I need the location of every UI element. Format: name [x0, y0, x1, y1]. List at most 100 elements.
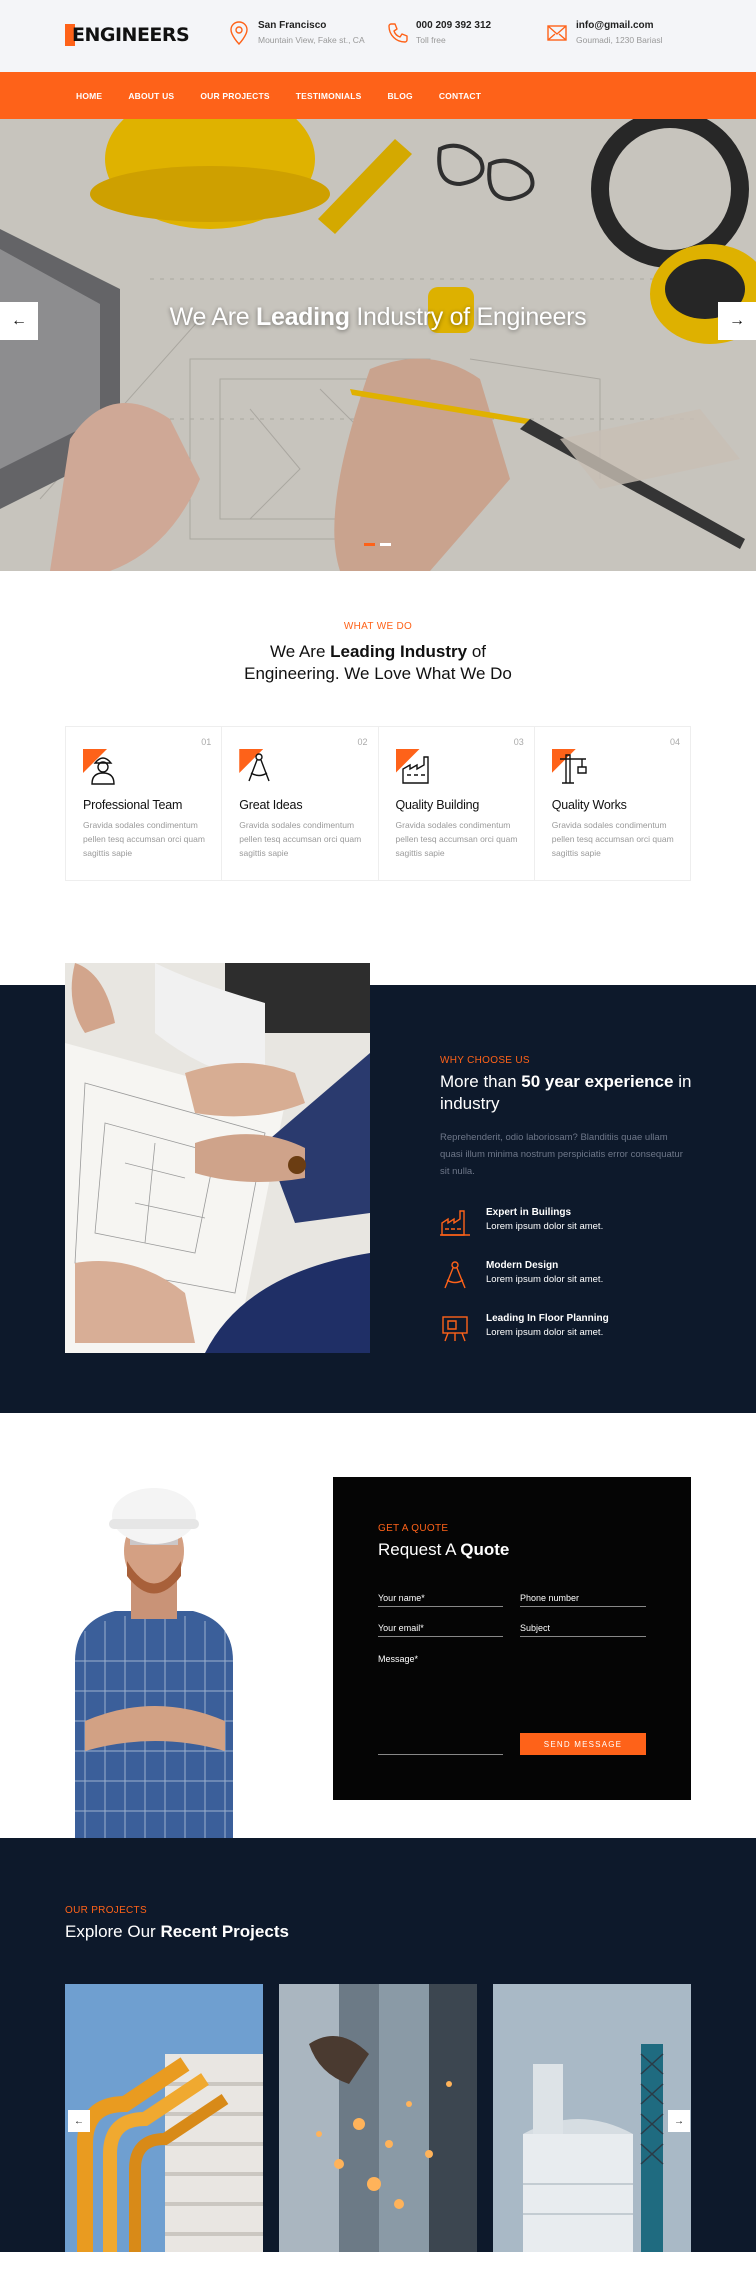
feature-title: Leading In Floor Planning	[486, 1313, 609, 1324]
why-feature: Expert in Builings Lorem ipsum dolor sit …	[440, 1207, 603, 1237]
phone-info: 000 209 392 312 Toll free	[386, 20, 491, 46]
quote-section: GET A QUOTE Request A Quote Your name* P…	[0, 1413, 756, 1838]
message-underline	[378, 1754, 503, 1755]
hero-next-button[interactable]: →	[718, 302, 756, 340]
what-heading-bold: Leading Industry	[330, 642, 468, 661]
location-sub: Mountain View, Fake st., CA	[258, 35, 365, 45]
service-cards: 01 Professional Team Gravida sodales con…	[65, 726, 691, 881]
crane-icon	[551, 749, 588, 785]
card-desc: Gravida sodales condimentum pellen tesq …	[551, 820, 674, 858]
factory-icon	[395, 749, 432, 785]
quote-kicker: GET A QUOTE	[378, 1523, 449, 1534]
map-pin-icon	[230, 21, 248, 46]
compass-icon	[444, 1261, 466, 1289]
what-heading-line2: Engineering. We Love What We Do	[244, 664, 512, 683]
what-we-do-section: WHAT WE DO We Are Leading Industry of En…	[0, 571, 756, 963]
engineer-photo	[65, 1461, 243, 1838]
why-paragraph: Reprehenderit, odio laboriosam? Blanditi…	[440, 1132, 683, 1177]
service-card[interactable]: 03 Quality Building Gravida sodales cond…	[379, 727, 535, 880]
card-title: Great Ideas	[239, 798, 303, 812]
service-card[interactable]: 01 Professional Team Gravida sodales con…	[66, 727, 223, 880]
factory-icon	[440, 1210, 470, 1236]
send-message-button[interactable]: SEND MESSAGE	[520, 1733, 646, 1755]
nav-contact[interactable]: CONTACT	[439, 91, 481, 101]
mail-icon	[547, 25, 567, 41]
project-card[interactable]	[493, 1984, 691, 2252]
phone-field[interactable]: Phone number	[520, 1593, 646, 1607]
why-choose-section: WHY CHOOSE US More than 50 year experien…	[0, 963, 756, 1413]
card-number: 01	[201, 737, 212, 747]
name-field[interactable]: Your name*	[378, 1593, 503, 1607]
nav-home[interactable]: HOME	[76, 91, 102, 101]
quote-heading-pre: Request A	[378, 1540, 456, 1559]
email-sub: Goumadi, 1230 Bariasl	[576, 35, 663, 45]
arrow-left-icon: ←	[74, 2115, 84, 2127]
message-field[interactable]: Message*	[378, 1654, 503, 1668]
why-feature: Modern Design Lorem ipsum dolor sit amet.	[440, 1260, 603, 1290]
what-heading-pre: We Are	[269, 642, 326, 661]
quote-heading-bold: Quote	[460, 1540, 510, 1559]
card-number: 04	[669, 737, 680, 747]
hero-title: We Are Leading Industry of Engineers	[0, 303, 756, 332]
hero-title-bold: Leading	[256, 303, 350, 331]
why-kicker: WHY CHOOSE US	[440, 1055, 530, 1066]
feature-desc: Lorem ipsum dolor sit amet.	[486, 1221, 604, 1232]
nav-blog[interactable]: BLOG	[387, 91, 412, 101]
feature-title: Expert in Builings	[486, 1207, 572, 1218]
hero-dot-2[interactable]	[380, 543, 391, 546]
hero-dot-1[interactable]	[364, 543, 375, 546]
blueprint-icon	[442, 1316, 468, 1342]
page: ENGINEERS San Francisco Mountain View, F…	[0, 0, 756, 2252]
nav-about-us[interactable]: ABOUT US	[128, 91, 174, 101]
feature-desc: Lorem ipsum dolor sit amet.	[486, 1274, 604, 1285]
project-card[interactable]	[65, 1984, 263, 2252]
projects-kicker: OUR PROJECTS	[65, 1905, 147, 1916]
arrow-right-icon: →	[729, 312, 745, 329]
email-info: info@gmail.com Goumadi, 1230 Bariasl	[546, 20, 662, 46]
what-kicker: WHAT WE DO	[343, 621, 413, 632]
hero-title-post: Industry of Engineers	[356, 303, 587, 331]
nav-our-projects[interactable]: OUR PROJECTS	[200, 91, 269, 101]
quote-form: GET A QUOTE Request A Quote Your name* P…	[333, 1477, 691, 1800]
card-desc: Gravida sodales condimentum pellen tesq …	[239, 820, 362, 858]
why-heading-bold: 50 year experience	[521, 1072, 674, 1091]
project-card[interactable]	[279, 1984, 477, 2252]
why-feature: Leading In Floor Planning Lorem ipsum dol…	[440, 1313, 609, 1343]
projects-next-button[interactable]: →	[668, 2110, 690, 2132]
card-title: Quality Works	[551, 798, 627, 812]
card-desc: Gravida sodales condimentum pellen tesq …	[395, 820, 518, 858]
subject-field[interactable]: Subject	[520, 1623, 646, 1637]
phone-sub: Toll free	[416, 35, 446, 45]
phone-title[interactable]: 000 209 392 312	[416, 20, 491, 31]
feature-desc: Lorem ipsum dolor sit amet.	[486, 1327, 604, 1338]
feature-title: Modern Design	[486, 1260, 559, 1271]
why-photo	[65, 963, 370, 1353]
what-heading-post: of	[471, 642, 487, 661]
projects-heading: Explore Our Recent Projects	[65, 1922, 289, 1942]
hero-slider: We Are Leading Industry of Engineers ← →	[0, 119, 756, 571]
projects-section: OUR PROJECTS Explore Our Recent Projects	[0, 1838, 756, 2252]
why-heading-pre: More than	[440, 1072, 517, 1091]
email-title[interactable]: info@gmail.com	[576, 20, 662, 31]
email-field[interactable]: Your email*	[378, 1623, 503, 1637]
logo[interactable]: ENGINEERS	[65, 24, 190, 46]
why-heading: More than 50 year experience in industry	[440, 1071, 710, 1115]
card-number: 02	[357, 737, 368, 747]
arrow-left-icon: ←	[11, 312, 27, 329]
service-card[interactable]: 04 Quality Works Gravida sodales condime…	[535, 727, 690, 880]
hero-prev-button[interactable]: ←	[0, 302, 38, 340]
card-title: Quality Building	[395, 798, 480, 812]
top-bar: ENGINEERS San Francisco Mountain View, F…	[0, 0, 756, 72]
worker-icon	[83, 749, 119, 785]
hero-dots	[364, 543, 396, 546]
projects-prev-button[interactable]: ←	[68, 2110, 90, 2132]
nav-testimonials[interactable]: TESTIMONIALS	[296, 91, 362, 101]
location-title: San Francisco	[258, 20, 327, 31]
hero-title-pre: We Are	[169, 303, 250, 331]
quote-heading: Request A Quote	[378, 1540, 509, 1560]
card-title: Professional Team	[83, 798, 183, 812]
main-nav: HOME ABOUT US OUR PROJECTS TESTIMONIALS …	[0, 72, 756, 119]
card-number: 03	[513, 737, 524, 747]
what-heading: We Are Leading Industry of Engineering. …	[0, 641, 756, 685]
service-card[interactable]: 02 Great Ideas Gravida sodales condiment…	[222, 727, 379, 880]
